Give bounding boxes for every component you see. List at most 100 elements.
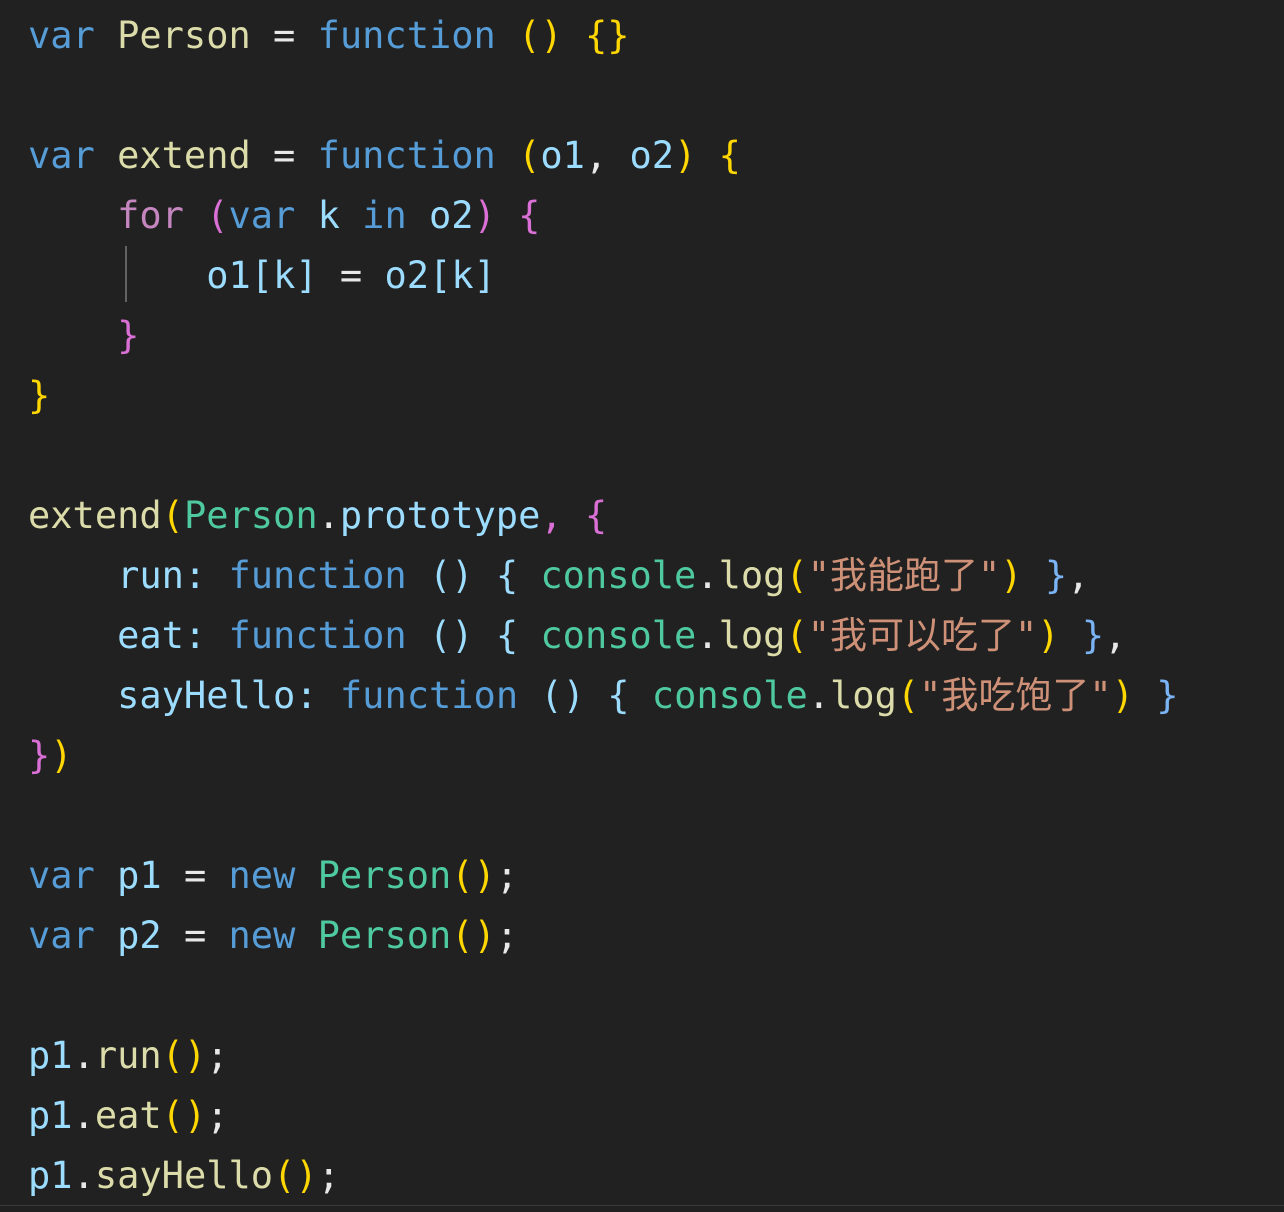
code-token: Person — [317, 914, 452, 957]
code-token: ( — [896, 674, 920, 717]
code-token: o2 — [429, 194, 474, 237]
code-line[interactable]: var p1 = new Person(); — [0, 846, 1284, 906]
code-token: new — [228, 854, 296, 897]
code-token: "我可以吃了" — [807, 614, 1038, 657]
code-token: , — [1104, 614, 1127, 657]
code-token: ( — [518, 134, 541, 177]
code-line[interactable]: for (var k in o2) { — [0, 186, 1284, 246]
code-line[interactable]: sayHello: function () { console.log("我吃饱… — [0, 666, 1284, 726]
code-token: ( — [785, 554, 808, 597]
code-token: ; — [495, 854, 519, 897]
code-line[interactable]: var Person = function () {} — [0, 6, 1284, 66]
code-line[interactable]: var extend = function (o1, o2) { — [0, 126, 1284, 186]
code-token: console — [540, 614, 697, 657]
code-token: = — [273, 14, 296, 57]
code-token: = — [183, 854, 207, 897]
code-text-area[interactable]: var Person = function () {} var extend =… — [0, 0, 1284, 1206]
code-token: p2 — [117, 914, 162, 957]
code-token: function — [228, 554, 407, 597]
code-token: ) — [1000, 554, 1023, 597]
code-token: . — [317, 494, 340, 537]
code-line[interactable]: extend(Person.prototype, { — [0, 486, 1284, 546]
code-token: : — [295, 674, 318, 717]
code-line[interactable]: o1[k] = o2[k] — [0, 246, 1284, 306]
code-token: () — [273, 1154, 318, 1197]
indent-guide — [125, 246, 127, 302]
code-line[interactable]: p1.eat(); — [0, 1086, 1284, 1146]
code-line[interactable] — [0, 66, 1284, 126]
code-token: Person — [183, 494, 318, 537]
code-token: : — [183, 554, 207, 597]
code-line[interactable] — [0, 426, 1284, 486]
code-token: log — [718, 554, 786, 597]
code-token: ; — [495, 914, 519, 957]
code-token: , — [540, 494, 563, 537]
code-token: . — [696, 614, 719, 657]
code-line[interactable]: eat: function () { console.log("我可以吃了") … — [0, 606, 1284, 666]
code-token: eat — [117, 614, 184, 657]
code-line[interactable]: run: function () { console.log("我能跑了") }… — [0, 546, 1284, 606]
code-token: {} — [584, 14, 630, 57]
code-token: () — [161, 1094, 207, 1137]
code-line[interactable]: } — [0, 366, 1284, 426]
code-token: function — [228, 614, 407, 657]
code-line[interactable]: var p2 = new Person(); — [0, 906, 1284, 966]
code-token: ( — [206, 194, 229, 237]
code-token: ; — [206, 1094, 229, 1137]
code-token: { — [495, 554, 519, 597]
code-token: extend — [28, 494, 162, 537]
code-token: log — [830, 674, 897, 717]
code-token: sayHello — [94, 1154, 274, 1197]
code-token: () — [429, 554, 474, 597]
code-token: sayHello — [117, 674, 296, 717]
code-line[interactable]: }) — [0, 726, 1284, 786]
code-line[interactable]: p1.sayHello(); — [0, 1146, 1284, 1206]
code-token: { — [495, 614, 519, 657]
code-token: function — [317, 134, 496, 177]
code-editor[interactable]: var Person = function () {} var extend =… — [0, 0, 1284, 1212]
code-token: p1 — [28, 1094, 73, 1137]
code-token: ) — [473, 194, 496, 237]
code-token: ) — [1037, 614, 1060, 657]
code-token: } — [117, 314, 140, 357]
code-line[interactable] — [0, 786, 1284, 846]
code-token: } — [28, 374, 51, 417]
code-token: eat — [94, 1094, 162, 1137]
code-token: . — [807, 674, 831, 717]
code-token: { — [584, 494, 608, 537]
code-token: ( — [785, 614, 808, 657]
code-line[interactable] — [0, 966, 1284, 1026]
code-token: ] — [473, 254, 496, 297]
code-token: () — [540, 674, 585, 717]
code-token: = — [339, 254, 363, 297]
code-token: () — [161, 1034, 207, 1077]
code-line[interactable]: p1.run(); — [0, 1026, 1284, 1086]
code-line[interactable]: } — [0, 306, 1284, 366]
code-token: { — [718, 134, 741, 177]
code-token: var — [28, 914, 95, 957]
code-token: log — [718, 614, 786, 657]
code-token: ] — [295, 254, 318, 297]
